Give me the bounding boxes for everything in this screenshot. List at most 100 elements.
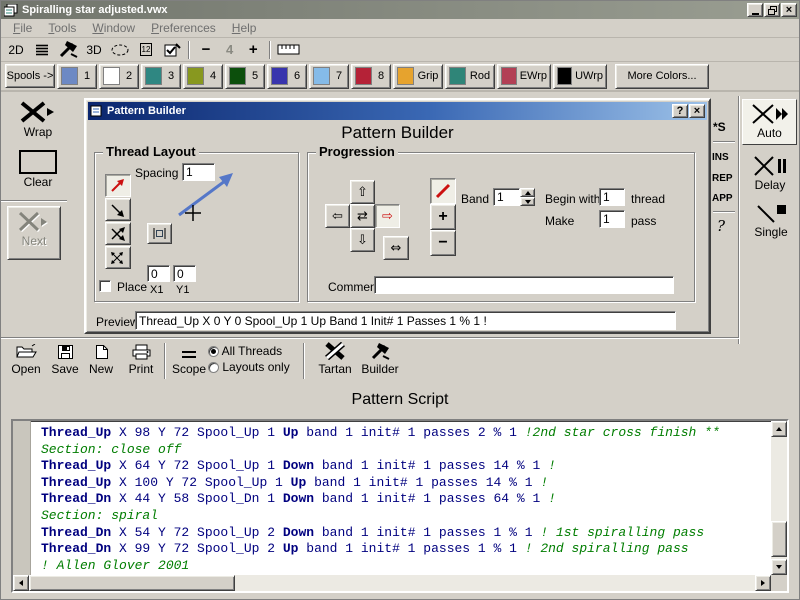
delay-icon bbox=[753, 155, 787, 177]
horizontal-scroll-thumb[interactable] bbox=[29, 575, 235, 591]
spool-8[interactable]: 8 bbox=[351, 64, 391, 89]
spool-grip[interactable]: Grip bbox=[393, 64, 443, 89]
scope-all-threads-option[interactable]: All Threads bbox=[208, 344, 282, 358]
spool-rod[interactable]: Rod bbox=[445, 64, 495, 89]
delay-button[interactable]: Delay bbox=[744, 155, 796, 192]
star-s-label[interactable]: *S bbox=[713, 120, 726, 134]
vertical-scroll-thumb[interactable] bbox=[771, 521, 787, 557]
add-thread-button[interactable]: + bbox=[430, 204, 456, 230]
save-button[interactable]: Save bbox=[47, 342, 83, 376]
preview-input[interactable] bbox=[135, 311, 676, 330]
menu-window[interactable]: Window bbox=[84, 21, 143, 35]
spool-color-swatch bbox=[397, 67, 414, 85]
spool-uwrp[interactable]: UWrp bbox=[553, 64, 607, 89]
place-box-button[interactable] bbox=[147, 223, 172, 244]
spool-color-swatch bbox=[103, 67, 120, 85]
auto-button[interactable]: Auto bbox=[742, 99, 797, 145]
spool-6[interactable]: 6 bbox=[267, 64, 307, 89]
spool-color-swatch bbox=[355, 67, 372, 85]
scroll-right-icon[interactable] bbox=[755, 575, 771, 591]
minimize-button[interactable] bbox=[747, 3, 763, 17]
zoom-out-button[interactable]: − bbox=[196, 40, 216, 60]
open-button[interactable]: Open bbox=[7, 342, 45, 376]
x1-input[interactable] bbox=[147, 265, 170, 282]
list-icon[interactable] bbox=[32, 40, 52, 60]
progress-left-button[interactable]: ⇦ bbox=[325, 204, 350, 228]
layout-diagonal-up-button[interactable] bbox=[105, 174, 131, 197]
spinner-down-icon[interactable] bbox=[520, 197, 535, 206]
numbering-icon[interactable]: 12 bbox=[136, 40, 156, 60]
remove-thread-button[interactable]: − bbox=[430, 230, 456, 256]
spool-ewrp[interactable]: EWrp bbox=[497, 64, 551, 89]
progress-down-button[interactable]: ⇩ bbox=[350, 228, 375, 252]
spool-3[interactable]: 3 bbox=[141, 64, 181, 89]
layout-diamond-button[interactable] bbox=[105, 246, 131, 269]
restore-button[interactable] bbox=[764, 3, 780, 17]
next-icon bbox=[18, 211, 50, 233]
print-button[interactable]: Print bbox=[121, 342, 161, 376]
ruler-icon[interactable] bbox=[277, 40, 300, 60]
spool-7[interactable]: 7 bbox=[309, 64, 349, 89]
scope-icon bbox=[180, 348, 198, 360]
rep-label[interactable]: REP bbox=[712, 173, 733, 184]
radio-selected-icon[interactable] bbox=[208, 346, 219, 357]
radio-unselected-icon[interactable] bbox=[208, 362, 219, 373]
side-divider bbox=[713, 211, 735, 213]
vertical-scrollbar[interactable] bbox=[771, 421, 787, 575]
dialog-help-button[interactable]: ? bbox=[672, 104, 688, 118]
scroll-left-icon[interactable] bbox=[13, 575, 29, 591]
scroll-up-icon[interactable] bbox=[771, 421, 787, 437]
close-button[interactable]: × bbox=[781, 3, 797, 17]
view-3d-button[interactable]: 3D bbox=[84, 40, 104, 60]
wrap-button[interactable]: Wrap bbox=[7, 100, 69, 139]
comment-input[interactable] bbox=[374, 276, 674, 294]
spool-4[interactable]: 4 bbox=[183, 64, 223, 89]
progress-mirror-button[interactable]: ⇔ bbox=[383, 236, 409, 260]
app-label[interactable]: APP bbox=[712, 193, 733, 204]
restore-icon bbox=[768, 6, 777, 15]
spool-1[interactable]: 1 bbox=[57, 64, 97, 89]
ins-label[interactable]: INS bbox=[712, 152, 729, 163]
progress-right-button[interactable]: ⇨ bbox=[375, 204, 400, 228]
scroll-down-icon[interactable] bbox=[771, 559, 787, 575]
begin-with-input[interactable] bbox=[599, 188, 625, 206]
spool-2[interactable]: 2 bbox=[99, 64, 139, 89]
progress-up-button[interactable]: ⇧ bbox=[350, 180, 375, 204]
band-input[interactable] bbox=[493, 188, 520, 206]
menu-preferences[interactable]: Preferences bbox=[143, 21, 224, 35]
make-input[interactable] bbox=[599, 210, 625, 228]
pattern-script-editor[interactable]: Thread_Up X 98 Y 72 Spool_Up 1 Up band 1… bbox=[11, 419, 789, 593]
y1-input[interactable] bbox=[173, 265, 196, 282]
spinner-up-icon[interactable] bbox=[520, 188, 535, 197]
crossed-arrows-icon bbox=[109, 226, 127, 242]
tools-hammer-icon[interactable] bbox=[58, 40, 78, 60]
help-icon[interactable]: ? bbox=[717, 217, 725, 235]
builder-button[interactable]: Builder bbox=[357, 342, 403, 376]
layout-diagonal-down-button[interactable] bbox=[105, 198, 131, 221]
horizontal-scrollbar[interactable] bbox=[13, 575, 771, 591]
selection-ellipse-icon[interactable] bbox=[110, 40, 130, 60]
menu-file[interactable]: File bbox=[5, 21, 40, 35]
spool-5[interactable]: 5 bbox=[225, 64, 265, 89]
script-lines[interactable]: Thread_Up X 98 Y 72 Spool_Up 1 Up band 1… bbox=[31, 421, 771, 575]
new-button[interactable]: New bbox=[85, 342, 117, 376]
view-2d-button[interactable]: 2D bbox=[6, 40, 26, 60]
band-spinner[interactable] bbox=[520, 188, 535, 206]
zoom-in-button[interactable]: + bbox=[243, 40, 263, 60]
clear-button[interactable]: Clear bbox=[7, 150, 69, 189]
dialog-close-button[interactable]: × bbox=[689, 104, 705, 118]
checkmark-icon[interactable] bbox=[162, 40, 182, 60]
draw-thread-button[interactable] bbox=[430, 178, 456, 204]
thread-direction-arrow bbox=[167, 165, 245, 225]
progress-swap-button[interactable]: ⇄ bbox=[350, 204, 375, 228]
dialog-titlebar[interactable]: Pattern Builder ? × bbox=[88, 102, 707, 120]
scope-layouts-only-option[interactable]: Layouts only bbox=[208, 360, 290, 374]
layout-zigzag-button[interactable] bbox=[105, 222, 131, 245]
single-button[interactable]: Single bbox=[746, 202, 796, 239]
tartan-button[interactable]: Tartan bbox=[313, 342, 357, 376]
place-checkbox[interactable] bbox=[99, 280, 111, 292]
menu-tools[interactable]: Tools bbox=[40, 21, 84, 35]
more-colors-button[interactable]: More Colors... bbox=[615, 64, 709, 89]
menu-help[interactable]: Help bbox=[224, 21, 265, 35]
next-button[interactable]: Next bbox=[7, 206, 61, 260]
